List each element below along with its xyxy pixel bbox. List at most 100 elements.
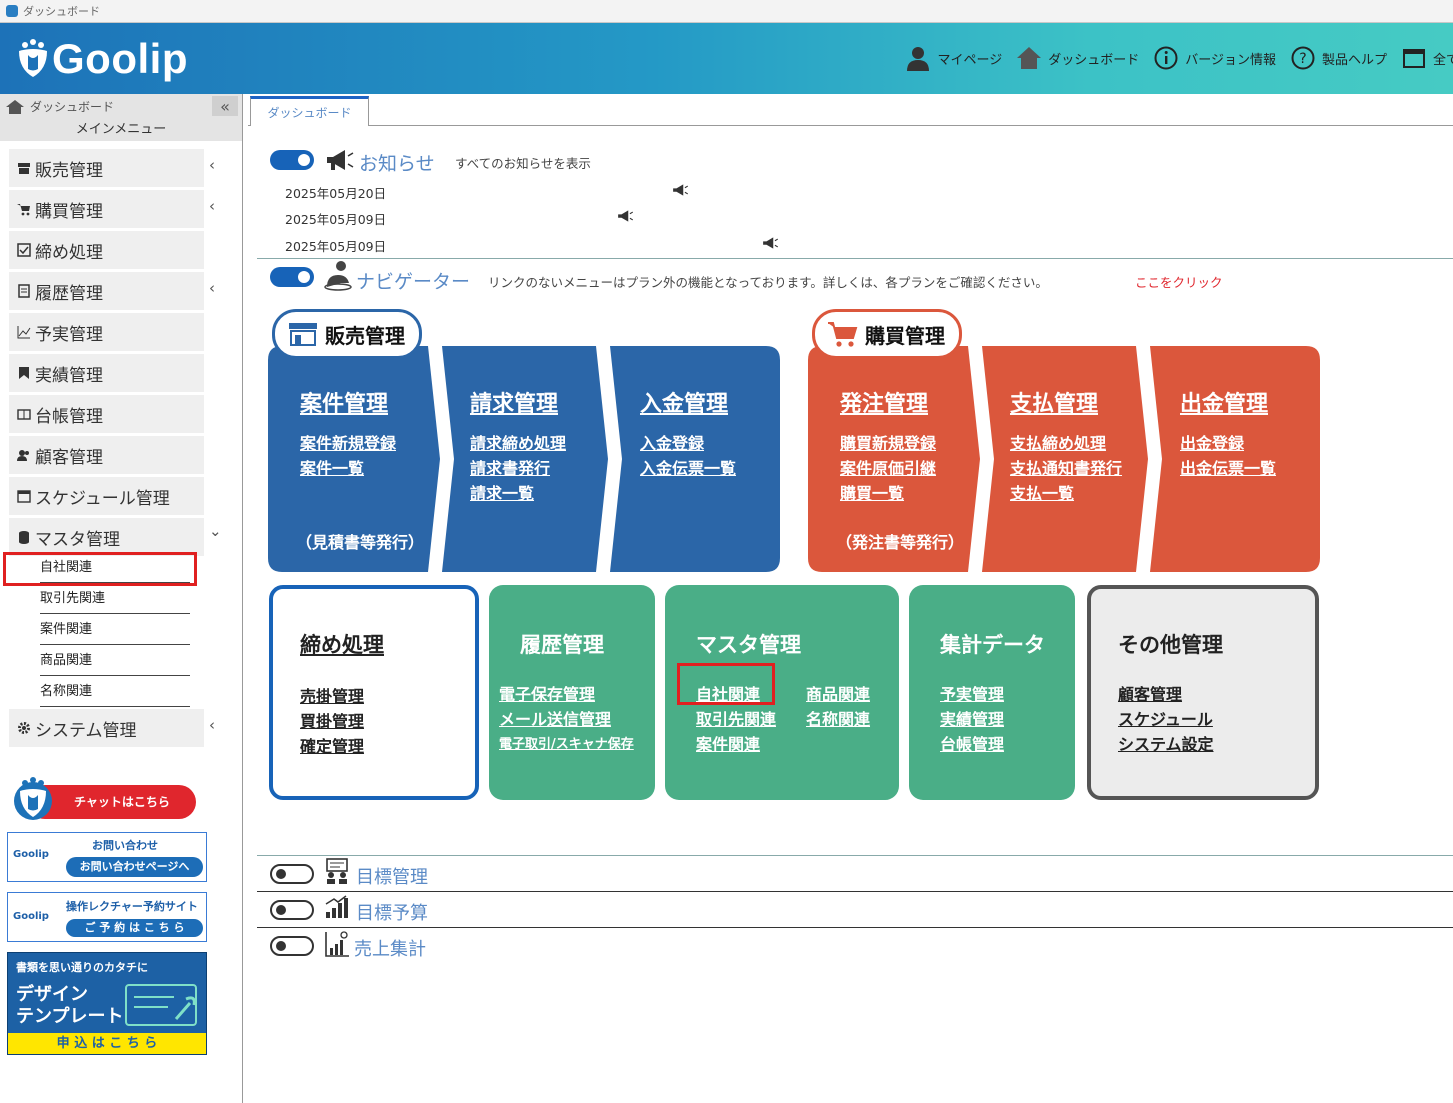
sidebar-sub-products[interactable]: 商品関連 [40,646,190,676]
purchase-link[interactable]: 支払一覧 [1010,480,1074,504]
lecture-banner[interactable]: Goolip 操作レクチャー予約サイト ご 予 約 は こ ち ら [7,892,207,942]
chevron-left-icon[interactable]: ‹ [209,279,215,297]
history-link[interactable]: 電子取引/スキャナ保存 [499,733,634,752]
navigator-toggle[interactable] [270,267,314,287]
dashboard-label: ダッシュボード [1048,52,1140,68]
closing-link[interactable]: 買掛管理 [300,708,364,732]
template-apply-button[interactable]: 申 込 は こ ち ら [8,1033,206,1054]
all-link[interactable]: 全て [1401,45,1453,71]
other-link[interactable]: スケジュール [1118,706,1213,730]
sales-summary-label[interactable]: 売上集計 [354,935,426,961]
template-banner[interactable]: 書類を思い通りのカタチに デザイン テンプレート 申 込 は こ ち ら [7,952,207,1055]
purchase-link[interactable]: 案件原価引継 [840,455,936,479]
goals-label[interactable]: 目標管理 [356,863,428,889]
sidebar-sub-partners[interactable]: 取引先関連 [40,584,190,614]
chevron-left-icon[interactable]: ‹ [209,716,215,734]
users-icon [17,448,31,462]
main-menu-title: メインメニュー [0,119,242,141]
closing-link[interactable]: 売掛管理 [300,683,364,707]
calendar-icon [17,489,31,503]
chat-button[interactable]: チャットはこちら [12,777,198,825]
sidebar-item-label: 台帳管理 [35,406,103,427]
sidebar-item-forecast[interactable]: 予実管理 [9,313,204,351]
chevron-down-icon[interactable]: ⌄ [209,522,222,540]
history-link[interactable]: メール送信管理 [499,706,611,730]
purchase-link[interactable]: 出金伝票一覧 [1180,455,1276,479]
sales-link[interactable]: 請求一覧 [470,480,534,504]
goolip-logo[interactable]: Goolip [16,35,188,83]
sidebar-item-ledger[interactable]: 台帳管理 [9,395,204,433]
sales-link[interactable]: 請求書発行 [470,455,550,479]
closing-title[interactable]: 締め処理 [300,629,384,659]
sidebar-item-results[interactable]: 実績管理 [9,354,204,392]
purchase-link[interactable]: 購買一覧 [840,480,904,504]
sales-link[interactable]: 請求締め処理 [470,430,566,454]
sidebar-item-label: 購買管理 [35,201,103,222]
history-link[interactable]: 電子保存管理 [499,681,595,705]
sales-link[interactable]: 入金登録 [640,430,704,454]
purchase-col1-title[interactable]: 発注管理 [840,386,928,418]
budget-label[interactable]: 目標予算 [356,899,428,925]
sales-link[interactable]: 案件一覧 [300,455,364,479]
sidebar-item-closing[interactable]: 締め処理 [9,231,204,269]
purchase-link[interactable]: 支払締め処理 [1010,430,1106,454]
lecture-button[interactable]: ご 予 約 は こ ち ら [66,919,203,937]
show-all-notices-link[interactable]: すべてのお知らせを表示 [455,153,591,172]
sidebar-item-system[interactable]: システム管理 [9,709,204,747]
chart-icon [325,931,349,957]
other-link[interactable]: システム設定 [1118,731,1214,755]
aggregate-link[interactable]: 予実管理 [940,681,1004,705]
purchase-col2-title[interactable]: 支払管理 [1010,386,1098,418]
sidebar-sub-projects[interactable]: 案件関連 [40,615,190,645]
budget-toggle[interactable] [270,900,314,920]
sales-col3-title[interactable]: 入金管理 [640,386,728,418]
mypage-link[interactable]: マイページ [905,45,1002,71]
dashboard-link[interactable]: ダッシュボード [1016,45,1139,71]
version-link[interactable]: バージョン情報 [1153,45,1276,71]
aggregate-link[interactable]: 台帳管理 [940,731,1004,755]
help-link[interactable]: ? 製品ヘルプ [1290,45,1387,71]
purchase-link[interactable]: 出金登録 [1180,430,1244,454]
other-link[interactable]: 顧客管理 [1118,681,1182,705]
sidebar-item-schedule[interactable]: スケジュール管理 [9,477,204,515]
purchase-col3-title[interactable]: 出金管理 [1180,386,1268,418]
sidebar-item-sales[interactable]: 販売管理 [9,149,204,187]
notices-toggle[interactable] [270,150,314,170]
sales-badge: 販売管理 [272,309,422,359]
chevron-left-icon[interactable]: ‹ [209,156,215,174]
chevron-left-icon[interactable]: ‹ [209,197,215,215]
sidebar-collapse-button[interactable]: « [212,96,238,116]
sales-col1-title[interactable]: 案件管理 [300,386,388,418]
sidebar-sub-names[interactable]: 名称関連 [40,677,190,707]
contact-banner[interactable]: Goolip お問い合わせ お問い合わせページへ [7,832,207,882]
aggregate-link[interactable]: 実績管理 [940,706,1004,730]
purchase-link[interactable]: 支払通知書発行 [1010,455,1122,479]
history-title: 履歴管理 [520,633,604,657]
navigator-title: ナビゲーター [356,271,471,293]
contact-button[interactable]: お問い合わせページへ [66,857,203,877]
sidebar-item-customers[interactable]: 顧客管理 [9,436,204,474]
master-link[interactable]: 案件関連 [696,731,760,755]
all-label: 全て [1432,52,1453,68]
history-icon [17,284,31,298]
sales-summary-toggle[interactable] [270,936,314,956]
sales-link[interactable]: 案件新規登録 [300,430,396,454]
sidebar-item-master[interactable]: マスタ管理 [9,518,204,556]
master-link[interactable]: 名称関連 [806,706,870,730]
master-link[interactable]: 取引先関連 [696,706,776,730]
sales-link[interactable]: 入金伝票一覧 [640,455,736,479]
sidebar-item-purchase[interactable]: 購買管理 [9,190,204,228]
click-here-link[interactable]: ここをクリック [1135,272,1223,291]
master-link[interactable]: 商品関連 [806,681,870,705]
svg-text:?: ? [1299,51,1306,67]
sidebar-item-history[interactable]: 履歴管理 [9,272,204,310]
home-icon [6,99,24,114]
template-top-text: 書類を思い通りのカタチに [16,961,148,974]
goals-toggle[interactable] [270,864,314,884]
megaphone-icon [327,150,354,170]
tab-dashboard[interactable]: ダッシュボード [250,96,369,126]
closing-box: 締め処理 売掛管理 買掛管理 確定管理 [269,585,479,800]
purchase-link[interactable]: 購買新規登録 [840,430,936,454]
closing-link[interactable]: 確定管理 [300,733,364,757]
sales-col2-title[interactable]: 請求管理 [470,386,558,418]
